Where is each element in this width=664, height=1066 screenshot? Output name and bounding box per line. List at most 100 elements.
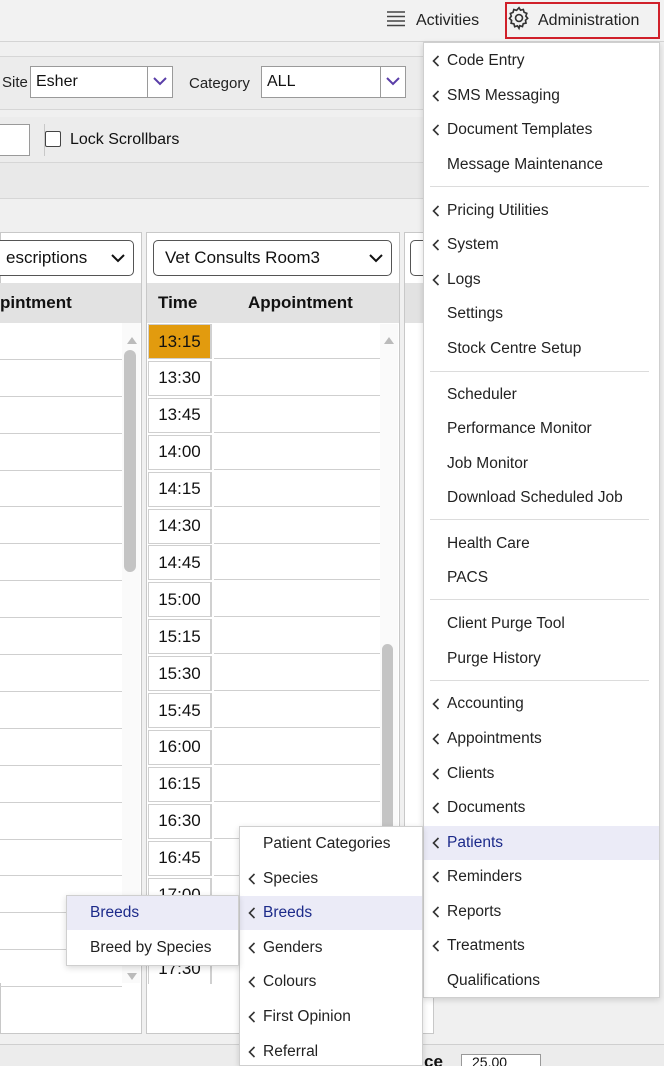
time-slot[interactable]: 14:45 [148,545,212,581]
menu-item-stock-centre-setup[interactable]: Stock Centre Setup [424,332,659,366]
menu-item-reminders[interactable]: Reminders [424,860,659,894]
appointment-slot[interactable] [0,803,122,840]
appointment-slot[interactable] [214,656,380,692]
appointment-slot[interactable] [214,545,380,581]
time-slot[interactable]: 15:45 [148,693,212,728]
current-time-slot[interactable]: 13:15 [148,324,212,359]
time-slot[interactable]: 14:15 [148,471,212,507]
site-select[interactable]: Esher [30,66,148,98]
menu-item-clients[interactable]: Clients [424,757,659,791]
appointment-slot[interactable] [0,692,122,729]
appointment-slot[interactable] [214,397,380,433]
date-input[interactable] [0,124,30,156]
appointment-slot[interactable] [214,360,380,396]
chevron-left-icon [432,801,440,819]
time-slot[interactable]: 13:30 [148,360,212,396]
menu-item-label: Accounting [447,695,524,712]
appointment-slot[interactable] [214,471,380,507]
appointment-slot[interactable] [214,729,380,765]
time-slot[interactable]: 15:00 [148,582,212,618]
menu-item-message-maintenance[interactable]: Message Maintenance [424,148,659,182]
scroll-up-icon[interactable] [383,332,395,350]
menu-item-health-care[interactable]: Health Care [424,527,659,561]
submenu-item-breeds[interactable]: Breeds [240,896,422,931]
menu-item-pacs[interactable]: PACS [424,561,659,595]
room-dropdown[interactable]: Vet Consults Room3 [153,240,392,276]
menu-item-treatments[interactable]: Treatments [424,929,659,963]
appointment-slot[interactable] [214,324,380,359]
scroll-down-icon[interactable] [126,969,138,987]
menu-item-job-monitor[interactable]: Job Monitor [424,447,659,481]
submenu-item-species[interactable]: Species [240,862,422,896]
activities-button[interactable]: Activities [384,8,479,34]
time-slot[interactable]: 15:30 [148,656,212,692]
appointment-slot[interactable] [0,729,122,766]
menu-item-performance-monitor[interactable]: Performance Monitor [424,412,659,446]
appointment-slot[interactable] [0,655,122,692]
time-slot[interactable]: 16:45 [148,840,212,876]
menu-item-accounting[interactable]: Accounting [424,687,659,721]
menu-item-download-scheduled-job[interactable]: Download Scheduled Job [424,481,659,515]
submenu-item-first-opinion[interactable]: First Opinion [240,1000,422,1034]
time-slot[interactable]: 16:00 [148,729,212,765]
time-slot[interactable]: 15:15 [148,619,212,655]
left-scrollbar-thumb[interactable] [124,350,136,572]
appointment-slot[interactable] [0,397,122,434]
time-slot[interactable]: 16:30 [148,803,212,839]
appointment-slot[interactable] [0,544,122,582]
appointment-slot[interactable] [214,766,380,802]
menu-item-scheduler[interactable]: Scheduler [424,378,659,412]
category-dropdown-button[interactable] [380,66,406,98]
appointment-slot[interactable] [0,508,122,545]
site-dropdown-button[interactable] [147,66,173,98]
menu-item-purge-history[interactable]: Purge History [424,642,659,676]
menu-item-settings[interactable]: Settings [424,297,659,331]
menu-item-logs[interactable]: Logs [424,263,659,297]
menu-item-qualifications[interactable]: Qualifications [424,964,659,998]
appointment-slot[interactable] [0,840,122,877]
menu-item-sms-messaging[interactable]: SMS Messaging [424,79,659,113]
menu-item-code-entry[interactable]: Code Entry [424,44,659,78]
menu-item-client-purge-tool[interactable]: Client Purge Tool [424,607,659,641]
menu-item-label: Performance Monitor [447,420,592,437]
menu-item-system[interactable]: System [424,228,659,262]
appointment-slot[interactable] [0,766,122,803]
appointment-slot[interactable] [214,508,380,544]
appointment-slot[interactable] [214,619,380,655]
appointment-slot[interactable] [0,360,122,397]
time-slot[interactable]: 14:30 [148,508,212,544]
appointment-slot[interactable] [0,471,122,508]
appointment-slot[interactable] [214,582,380,618]
time-slot[interactable]: 14:00 [148,434,212,470]
appointment-slot[interactable] [0,434,122,471]
middle-column-header: Time Appointment [147,283,399,323]
menu-item-pricing-utilities[interactable]: Pricing Utilities [424,194,659,228]
appointment-slot[interactable] [214,434,380,470]
bottom-value-field[interactable]: 25.00 [461,1054,541,1066]
appointment-slot[interactable] [0,618,122,656]
breeds-item-breeds[interactable]: Breeds [67,896,238,930]
appointment-slot[interactable] [0,323,122,360]
time-slot[interactable]: 13:45 [148,397,212,433]
lock-scrollbars-checkbox[interactable] [45,131,61,147]
category-select[interactable]: ALL [261,66,381,98]
menu-item-document-templates[interactable]: Document Templates [424,113,659,147]
scroll-up-icon[interactable] [126,332,138,350]
administration-button[interactable]: Administration [505,2,660,39]
menu-item-patients[interactable]: Patients [424,826,659,860]
chevron-left-icon [432,238,440,256]
menu-item-appointments[interactable]: Appointments [424,722,659,756]
submenu-item-referral[interactable]: Referral [240,1035,422,1066]
menu-item-reports[interactable]: Reports [424,895,659,929]
menu-item-documents[interactable]: Documents [424,791,659,825]
left-column-dropdown[interactable]: escriptions [0,240,134,276]
chevron-left-icon [432,767,440,785]
left-scrollbar[interactable] [122,323,140,983]
submenu-item-genders[interactable]: Genders [240,931,422,965]
time-slot[interactable]: 16:15 [148,766,212,802]
appointment-slot[interactable] [0,581,122,619]
submenu-item-patient-categories[interactable]: Patient Categories [240,827,422,861]
submenu-item-colours[interactable]: Colours [240,965,422,999]
appointment-slot[interactable] [214,693,380,728]
breeds-item-breed-by-species[interactable]: Breed by Species [67,931,238,965]
